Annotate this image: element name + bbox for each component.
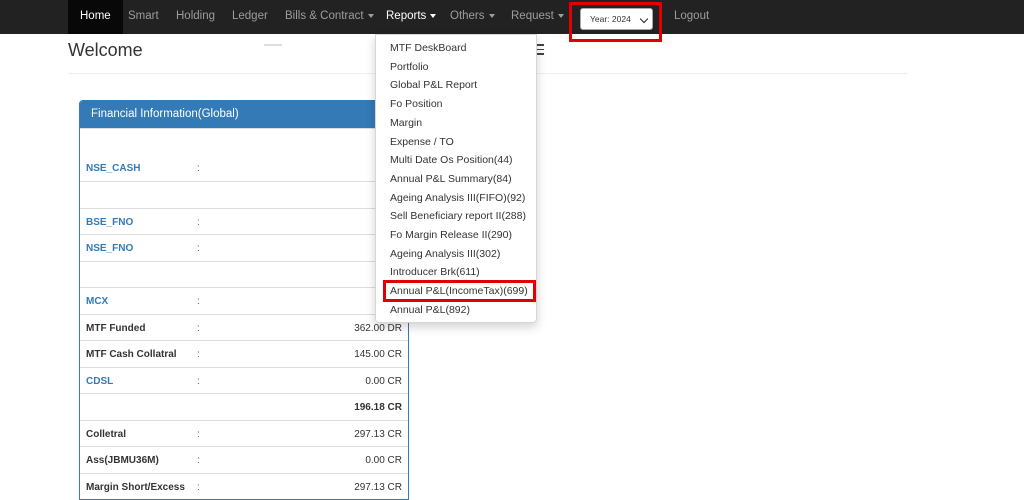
separator: : [197, 162, 200, 174]
table-row: NSE_FNO:21.4 [80, 234, 408, 261]
balance-value: 362.00 DR [354, 322, 402, 334]
separator: : [197, 428, 200, 440]
menu-item[interactable]: Annual P&L Summary(84) [390, 173, 512, 185]
nav-holding[interactable]: Holding [176, 0, 215, 34]
table-row: 386.1 [80, 181, 408, 208]
menu-item[interactable]: Sell Beneficiary report II(288) [390, 210, 526, 222]
segment-name: MTF Funded [86, 322, 146, 334]
separator: : [197, 296, 200, 307]
segment-name[interactable]: MCX [86, 296, 108, 307]
separator: : [197, 216, 200, 228]
table-row: BSE_FNO:0.0 [80, 207, 408, 235]
segment-name[interactable]: CDSL [86, 376, 113, 387]
menu-item[interactable]: Introducer Brk(611) [390, 266, 480, 278]
nav-bills-contract[interactable]: Bills & Contract [285, 0, 374, 34]
page-title: Welcome [68, 40, 143, 60]
separator: : [197, 322, 200, 334]
menu-item-highlight-box [383, 280, 536, 302]
menu-item[interactable]: Global P&L Report [390, 79, 477, 91]
segment-name[interactable]: NSE_CASH [86, 163, 140, 174]
segment-name: Colletral [86, 428, 127, 440]
menu-item[interactable]: Fo Margin Release II(290) [390, 229, 512, 241]
table-row: Colletral: 297.13 CR [80, 419, 408, 447]
balance-value: 0.00 CR [365, 455, 402, 466]
menu-item[interactable]: Portfolio [390, 61, 429, 73]
nav-ledger[interactable]: Ledger [232, 0, 268, 34]
panel-heading: Financial Information(Global) [80, 101, 408, 128]
decorative-mark [264, 44, 282, 46]
menu-item[interactable]: Margin [390, 117, 422, 129]
nav-request[interactable]: Request [511, 0, 564, 34]
menu-item[interactable]: Ageing Analysis III(302) [390, 248, 500, 260]
nav-logout[interactable]: Logout [674, 0, 709, 34]
nav-others[interactable]: Others [450, 0, 495, 34]
menu-item[interactable]: Multi Date Os Position(44) [390, 154, 513, 166]
table-row: Margin Short/Excess:297.13 CR [80, 472, 408, 500]
balance-value: 145.00 CR [354, 349, 402, 360]
menu-item[interactable]: Expense / TO [390, 136, 454, 148]
nav-smart[interactable]: Smart [128, 0, 159, 34]
top-navbar: Home Smart Holding Ledger Bills & Contra… [0, 0, 1024, 34]
table-row: NSE_CASH:386.1 [80, 155, 408, 182]
year-select-highlight-box [569, 2, 662, 42]
menu-item[interactable]: Annual P&L(892) [390, 304, 470, 316]
balance-value: 297.13 CR [354, 428, 402, 440]
separator: : [197, 349, 200, 360]
table-row: Ass(JBMU36M): 0.00 CR [80, 446, 408, 473]
menu-item[interactable]: MTF DeskBoard [390, 42, 466, 54]
table-row: MCX:5.6 [80, 287, 408, 314]
segment-name[interactable]: NSE_FNO [86, 243, 133, 254]
menu-item[interactable]: Fo Position [390, 98, 443, 110]
balance-value: 196.18 CR [354, 402, 402, 413]
balance-header-row: Ba [80, 128, 408, 155]
table-row: MTF Funded: 362.00 DR [80, 313, 408, 341]
segment-name: MTF Cash Collatral [86, 349, 177, 360]
table-row: CDSL: 0.00 CR [80, 366, 408, 394]
table-row: 408.5 [80, 260, 408, 288]
chevron-down-icon [367, 13, 374, 18]
segment-name[interactable]: BSE_FNO [86, 217, 133, 228]
chevron-down-icon [430, 13, 437, 18]
balance-value: 0.00 CR [365, 375, 402, 387]
table-row: 196.18 CR [80, 393, 408, 420]
segment-name: Ass(JBMU36M) [86, 455, 159, 466]
chevron-down-icon [488, 13, 495, 18]
menu-item[interactable]: Ageing Analysis III(FIFO)(92) [390, 192, 525, 204]
nav-home[interactable]: Home [68, 0, 123, 34]
separator: : [197, 375, 200, 387]
chevron-down-icon [557, 13, 564, 18]
separator: : [197, 243, 200, 254]
separator: : [197, 455, 200, 466]
nav-reports[interactable]: Reports [386, 0, 437, 34]
table-row: MTF Cash Collatral: 145.00 CR [80, 340, 408, 367]
financial-info-panel: Financial Information(Global) Ba NSE_CAS… [79, 100, 409, 500]
